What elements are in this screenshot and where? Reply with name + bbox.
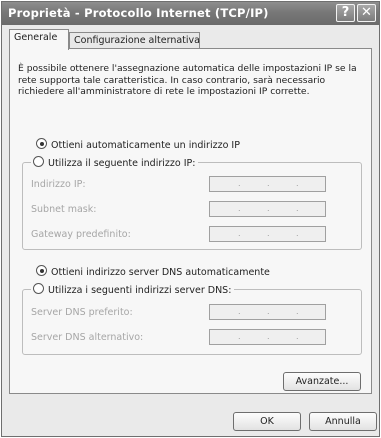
dns-manual-label: Utilizza i seguenti indirizzi server DNS… [48, 285, 232, 296]
ip-separator: . [267, 307, 270, 316]
ip-separator: . [267, 179, 270, 188]
dns-manual-option[interactable]: Utilizza i seguenti indirizzi server DNS… [31, 283, 235, 296]
subnet-mask-label: Subnet mask: [31, 204, 97, 215]
ip-address-label: Indirizzo IP: [31, 179, 86, 190]
preferred-dns-field[interactable]: . . . [209, 304, 326, 320]
close-button[interactable]: ✕ [357, 4, 376, 22]
advanced-button[interactable]: Avanzate... [283, 372, 361, 391]
help-button[interactable]: ? [336, 4, 355, 22]
ip-separator: . [267, 332, 270, 341]
ok-button[interactable]: OK [233, 412, 301, 431]
ip-separator: . [296, 307, 299, 316]
dns-auto-label: Ottieni indirizzo server DNS automaticam… [51, 267, 270, 278]
gateway-field[interactable]: . . . [209, 226, 326, 242]
properties-dialog: Proprietà - Protocollo Internet (TCP/IP)… [1, 1, 380, 437]
ip-manual-radio[interactable] [33, 156, 44, 167]
ip-manual-option[interactable]: Utilizza il seguente indirizzo IP: [31, 156, 199, 169]
subnet-mask-field[interactable]: . . . [209, 201, 326, 217]
ip-separator: . [296, 204, 299, 213]
ip-auto-label: Ottieni automaticamente un indirizzo IP [51, 140, 240, 151]
dns-manual-group: Utilizza i seguenti indirizzi server DNS… [22, 283, 362, 355]
ip-separator: . [238, 229, 241, 238]
ip-separator: . [296, 179, 299, 188]
alternate-dns-label: Server DNS alternativo: [31, 332, 144, 343]
tab-generale[interactable]: Generale [9, 29, 69, 50]
ip-auto-option[interactable]: Ottieni automaticamente un indirizzo IP [36, 138, 240, 151]
alternate-dns-field[interactable]: . . . [209, 329, 326, 345]
ip-separator: . [238, 332, 241, 341]
ip-manual-group: Utilizza il seguente indirizzo IP: Indir… [22, 156, 362, 250]
dns-auto-radio[interactable] [36, 265, 47, 276]
tab-alternative-config[interactable]: Configurazione alternativa [69, 32, 200, 48]
ip-separator: . [238, 204, 241, 213]
window-title: Proprietà - Protocollo Internet (TCP/IP) [8, 6, 269, 20]
general-tab-panel: È possibile ottenere l'assegnazione auto… [9, 48, 372, 394]
preferred-dns-label: Server DNS preferito: [31, 307, 133, 318]
title-bar[interactable]: Proprietà - Protocollo Internet (TCP/IP)… [2, 2, 379, 25]
description-text: È possibile ottenere l'assegnazione auto… [18, 63, 357, 97]
ip-separator: . [238, 307, 241, 316]
ip-separator: . [267, 204, 270, 213]
cancel-button[interactable]: Annulla [309, 412, 377, 431]
dns-manual-radio[interactable] [33, 283, 44, 294]
ip-separator: . [267, 229, 270, 238]
ip-auto-radio[interactable] [36, 138, 47, 149]
dns-auto-option[interactable]: Ottieni indirizzo server DNS automaticam… [36, 265, 270, 278]
ip-separator: . [296, 332, 299, 341]
ip-manual-label: Utilizza il seguente indirizzo IP: [48, 158, 196, 169]
ip-separator: . [296, 229, 299, 238]
ip-address-field[interactable]: . . . [209, 176, 326, 192]
ip-separator: . [238, 179, 241, 188]
gateway-label: Gateway predefinito: [31, 229, 131, 240]
